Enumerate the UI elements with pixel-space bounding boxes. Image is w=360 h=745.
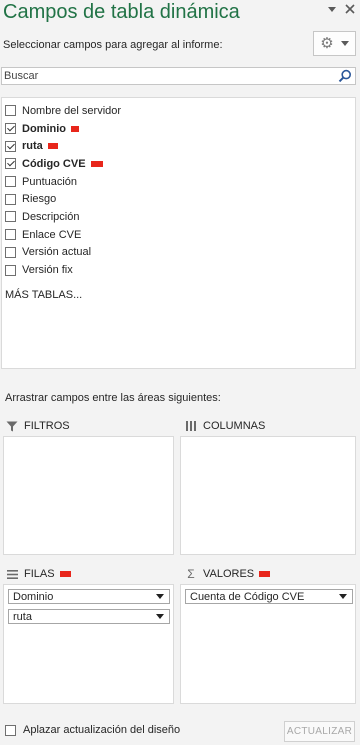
field-checkbox[interactable] xyxy=(5,176,16,188)
redaction-mark xyxy=(90,160,103,167)
field-list-item[interactable]: Puntuación xyxy=(2,173,355,191)
field-checkbox[interactable] xyxy=(5,140,16,152)
field-label: Puntuación xyxy=(22,175,78,188)
values-area-label: VALORES xyxy=(203,568,255,580)
close-icon[interactable] xyxy=(344,3,356,15)
field-checkbox[interactable] xyxy=(5,246,16,258)
sigma-icon: Σ xyxy=(187,567,195,581)
filters-drop-zone[interactable] xyxy=(3,436,174,555)
columns-drop-zone[interactable] xyxy=(180,436,356,555)
values-area-header: Σ VALORES xyxy=(184,565,271,583)
field-label: Dominio xyxy=(22,122,66,135)
field-label: Descripción xyxy=(22,210,80,223)
columns-icon xyxy=(184,421,198,431)
choose-fields-label: Seleccionar campos para agregar al infor… xyxy=(3,39,223,51)
defer-update-label: Aplazar actualización del diseño xyxy=(23,724,181,736)
field-list-item[interactable]: Versión fix xyxy=(2,261,355,279)
more-tables-link[interactable]: MÁS TABLAS... xyxy=(2,289,355,301)
field-checkbox[interactable] xyxy=(5,123,16,135)
panel-title: Campos de tabla dinámica xyxy=(3,1,240,23)
title-controls xyxy=(326,3,356,15)
field-label: Enlace CVE xyxy=(22,228,82,241)
field-checkbox[interactable] xyxy=(5,211,16,223)
chevron-down-icon xyxy=(340,41,349,46)
gear-icon: ⚙ xyxy=(320,35,334,52)
redaction-mark xyxy=(71,125,79,132)
search-icon[interactable] xyxy=(338,69,352,83)
task-pane-options-icon[interactable] xyxy=(326,3,338,15)
field-list: Nombre del servidor Dominio ruta Código CVE… xyxy=(1,97,356,369)
drag-fields-label: Arrastrar campos entre las áreas siguien… xyxy=(5,392,221,404)
values-drop-zone[interactable]: Cuenta de Código CVE xyxy=(180,584,356,704)
field-list-item[interactable]: Descripción xyxy=(2,208,355,226)
rows-field-label: Dominio xyxy=(13,590,54,603)
columns-area-header: COLUMNAS xyxy=(184,417,265,435)
tools-button[interactable]: ⚙ xyxy=(313,31,356,56)
rows-field-pill[interactable]: Dominio xyxy=(8,589,170,604)
redaction-mark xyxy=(59,571,71,577)
field-checkbox[interactable] xyxy=(5,229,16,241)
update-button[interactable]: ACTUALIZAR xyxy=(284,721,355,742)
chevron-down-icon[interactable] xyxy=(156,614,164,619)
field-list-item[interactable]: ruta xyxy=(2,137,355,155)
redaction-mark xyxy=(259,571,271,577)
field-label: ruta xyxy=(22,140,43,153)
field-list-item[interactable]: Código CVE xyxy=(2,155,355,173)
field-checkbox[interactable] xyxy=(5,193,16,205)
field-list-item[interactable]: Versión actual xyxy=(2,244,355,262)
values-field-pill[interactable]: Cuenta de Código CVE xyxy=(185,589,353,604)
field-list-item[interactable]: Enlace CVE xyxy=(2,226,355,244)
filter-icon xyxy=(5,421,19,432)
rows-field-pill[interactable]: ruta xyxy=(8,609,170,624)
field-checkbox[interactable] xyxy=(5,158,16,170)
filters-area-header: FILTROS xyxy=(5,417,70,435)
field-label: Riesgo xyxy=(22,193,57,206)
search-box xyxy=(1,67,356,85)
rows-area-label: FILAS xyxy=(24,568,55,580)
chevron-down-icon[interactable] xyxy=(156,594,164,599)
field-list-item[interactable]: Riesgo xyxy=(2,190,355,208)
field-label: Versión fix xyxy=(22,264,73,277)
search-input[interactable] xyxy=(2,68,322,84)
field-list-item[interactable]: Nombre del servidor xyxy=(2,102,355,120)
field-label: Nombre del servidor xyxy=(22,104,122,117)
field-list-item[interactable]: Dominio xyxy=(2,120,355,138)
field-label: Versión actual xyxy=(22,246,92,259)
filters-area-label: FILTROS xyxy=(24,420,70,432)
rows-area-header: FILAS xyxy=(5,565,71,583)
rows-drop-zone[interactable]: Dominio ruta xyxy=(3,584,174,704)
rows-field-label: ruta xyxy=(13,610,32,623)
defer-update-checkbox[interactable] xyxy=(5,724,16,736)
defer-update-row: Aplazar actualización del diseño xyxy=(5,724,180,736)
columns-area-label: COLUMNAS xyxy=(203,420,266,432)
field-checkbox[interactable] xyxy=(5,105,16,117)
values-field-label: Cuenta de Código CVE xyxy=(190,590,305,603)
field-checkbox[interactable] xyxy=(5,264,16,276)
chevron-down-icon[interactable] xyxy=(339,594,347,599)
redaction-mark xyxy=(47,143,58,150)
rows-icon xyxy=(5,569,19,579)
field-label: Código CVE xyxy=(22,157,86,170)
